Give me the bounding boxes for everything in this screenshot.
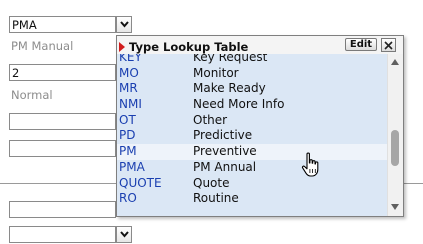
lookup-row[interactable]: MR Make Ready	[117, 81, 387, 97]
scroll-thumb[interactable]	[391, 130, 399, 166]
chevron-down-icon	[120, 231, 129, 238]
lookup-row[interactable]: OT Other	[117, 113, 387, 129]
type-lookup-popup: Type Lookup Table Edit KEY Key Request MO M…	[116, 35, 404, 217]
lookup-row-description: Key Request	[193, 54, 268, 64]
lookup-row-description: PM Annual	[193, 159, 257, 174]
lookup-row-description: Quote	[193, 175, 230, 190]
type-description: PM Manual	[11, 39, 74, 53]
lookup-row-description: Preventive	[193, 144, 257, 159]
scroll-up-arrow-icon[interactable]	[391, 59, 399, 65]
lookup-row[interactable]: PD Predictive	[117, 128, 387, 144]
triangle-marker-icon	[119, 42, 125, 52]
lookup-row[interactable]: RO Routine	[117, 191, 387, 207]
lookup-row[interactable]: MO Monitor	[117, 66, 387, 82]
lookup-list[interactable]: KEY Key Request MO Monitor MR Make Ready NMI Ne…	[117, 54, 387, 216]
lookup-row-description: Make Ready	[193, 81, 266, 96]
chevron-down-icon	[120, 21, 129, 28]
text-field-2[interactable]	[9, 140, 116, 157]
lookup-row-code: OT	[119, 112, 136, 127]
lookup-row-description: Monitor	[193, 65, 239, 80]
popup-title: Type Lookup Table	[129, 40, 249, 54]
text-field-1[interactable]	[9, 113, 116, 130]
edit-button[interactable]: Edit	[345, 38, 377, 51]
lookup-row-description: Routine	[193, 191, 239, 206]
priority-description: Normal	[11, 88, 53, 102]
lookup-row-code: MR	[119, 81, 138, 96]
popup-header: Type Lookup Table Edit	[117, 36, 403, 54]
lookup-row[interactable]: PM Preventive	[117, 144, 387, 160]
priority-field-value: 2	[12, 66, 20, 80]
lookup-row-code: PM	[119, 144, 137, 159]
type-field[interactable]: PMA	[9, 16, 116, 33]
close-icon	[384, 41, 393, 50]
lookup-row-code: MO	[119, 65, 139, 80]
type-field-value: PMA	[12, 18, 37, 32]
lookup-row-description: Need More Info	[193, 97, 285, 112]
lookup-list-body: KEY Key Request MO Monitor MR Make Ready NMI Ne…	[117, 54, 387, 207]
type-dropdown-button[interactable]	[116, 16, 132, 33]
bottom-dropdown-button[interactable]	[116, 226, 132, 243]
priority-field[interactable]: 2	[9, 64, 116, 81]
lookup-row-description: Predictive	[193, 128, 253, 143]
close-button[interactable]	[381, 38, 396, 52]
lookup-row[interactable]: NMI Need More Info	[117, 97, 387, 113]
lookup-row-code: NMI	[119, 97, 142, 112]
scroll-down-arrow-icon[interactable]	[391, 204, 399, 210]
lookup-row[interactable]: PMA PM Annual	[117, 160, 387, 176]
lookup-row-code: PD	[119, 128, 136, 143]
lookup-scrollbar[interactable]	[387, 54, 403, 216]
lookup-row[interactable]: KEY Key Request	[117, 54, 387, 66]
hand-pointer-icon	[301, 152, 319, 177]
lookup-row-code: QUOTE	[119, 175, 162, 190]
lookup-row-code: PMA	[119, 159, 145, 174]
lookup-row-description: Other	[193, 112, 228, 127]
lookup-row[interactable]: QUOTE Quote	[117, 176, 387, 192]
text-field-3[interactable]	[9, 201, 116, 218]
text-field-4[interactable]	[9, 226, 116, 243]
lookup-row-code: KEY	[119, 54, 142, 64]
lookup-row-code: RO	[119, 191, 137, 206]
